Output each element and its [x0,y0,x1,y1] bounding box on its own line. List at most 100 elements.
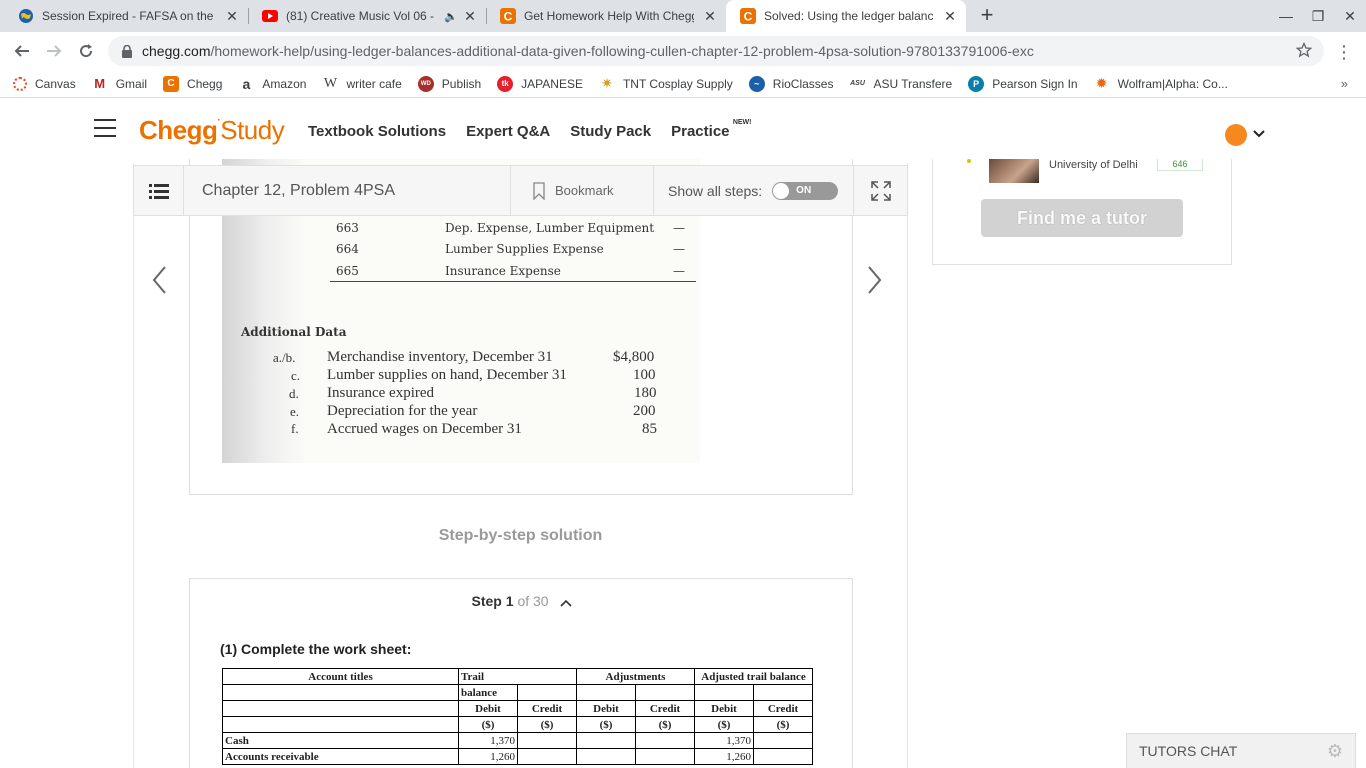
bookmark-japanese[interactable]: tk JAPANESE [497,75,583,92]
account-title: Cash [222,732,459,749]
bookmark-label: Publish [441,76,482,91]
header-dollar: ($) [458,716,518,733]
avatar[interactable] [1225,124,1247,146]
asu-icon: ASU [850,80,865,87]
additional-data-value: $4,800 [613,349,655,365]
show-steps-label: Show all steps: [668,182,763,199]
bookmark-icon [533,181,545,200]
bookmark-label: Bookmark [555,183,614,198]
additional-data-value: 180 [634,385,657,401]
additional-data-key: c. [291,368,301,383]
bookmark-chegg[interactable]: C Chegg [163,75,222,92]
tutor-rating-badge: 646 [1157,159,1203,171]
tab-strip: Session Expired - FAFSA on the Web ✕ (81… [0,0,1366,32]
close-icon[interactable]: ✕ [462,8,478,24]
additional-data-text: Accrued wages on December 31 [327,421,522,437]
window-close-icon[interactable]: ✕ [1334,0,1366,32]
additional-data-text: Merchandise inventory, December 31 [327,349,553,365]
close-icon[interactable]: ✕ [942,8,958,24]
step-card: Step 1 of 30 (1) Complete the work sheet… [189,578,853,768]
ledger-balance: — [673,221,685,235]
atb-debit: 1,260 [694,748,754,765]
logo-brand: Chegg [139,115,218,145]
bookmark-canvas[interactable]: Canvas [13,76,76,91]
solution-toolbar: Chapter 12, Problem 4PSA Bookmark Show a… [133,165,908,216]
header-debit: Debit [694,700,754,717]
ledger-account: Dep. Expense, Lumber Equipment [445,221,655,235]
wikipedia-icon: W [323,75,338,91]
more-bookmarks-icon[interactable]: » [1341,76,1348,91]
chevron-down-icon[interactable] [1253,127,1265,141]
lock-icon [122,44,132,58]
new-badge: NEW! [732,119,752,126]
nav-expert-qa[interactable]: Expert Q&A [466,123,550,140]
star-icon[interactable] [1295,41,1313,61]
chegg-icon: C [740,8,756,24]
nav-practice[interactable]: Practice NEW! [671,119,751,140]
top-navigation: Textbook Solutions Expert Q&A Study Pack… [308,119,752,140]
tab-title: Solved: Using the ledger balances [764,9,934,23]
browser-menu-icon[interactable]: ⋮ [1334,38,1354,66]
chevron-right-icon[interactable] [864,264,884,296]
header-dollar: ($) [517,716,577,733]
bookmark-label: Wolfram|Alpha: Co... [1117,76,1228,91]
bookmark-amazon[interactable]: a Amazon [238,76,307,92]
minimize-icon[interactable]: — [1270,0,1302,32]
hamburger-menu-icon[interactable] [94,119,116,143]
header-balance: balance [458,684,518,701]
toc-list-icon[interactable] [134,165,184,216]
additional-data-title: Additional Data [241,325,347,339]
bookmark-button[interactable]: Bookmark [511,165,654,216]
gear-icon[interactable]: ⚙ [1327,734,1343,768]
worksheet-label: (1) Complete the work sheet: [220,641,412,657]
tab-chegg-home[interactable]: C Get Homework Help With Chegg ✕ [486,0,726,32]
new-tab-button[interactable]: + [977,4,997,28]
bookmark-writer-cafe[interactable]: Wwriter cafe [322,75,402,92]
chegg-study-logo[interactable]: Chegg·Study [139,115,285,146]
step-header[interactable]: Step 1 of 30 [190,593,854,610]
tab-youtube[interactable]: (81) Creative Music Vol 06 - 🔈 ✕ [248,0,486,32]
chevron-left-icon[interactable] [150,264,170,296]
bookmark-asu[interactable]: ASU ASU Transfere [849,76,952,92]
publish-icon: WD [417,75,434,92]
show-all-steps: Show all steps: ON [654,165,854,216]
chevron-up-icon[interactable] [560,594,573,610]
find-tutor-button[interactable]: Find me a tutor [981,199,1183,237]
header-credit: Credit [753,700,813,717]
bookmark-rioclasses[interactable]: ~ RioClasses [748,75,833,92]
bookmark-publish[interactable]: WD Publish [417,75,482,92]
speaker-icon[interactable]: 🔈 [444,10,458,23]
canvas-icon [13,76,27,91]
tab-chegg-solution[interactable]: C Solved: Using the ledger balances ✕ [726,0,966,32]
gmail-icon: M [94,76,106,91]
tutors-chat-widget[interactable]: TUTORS CHAT ⚙ [1126,733,1356,768]
expand-icon[interactable] [854,166,907,216]
nav-textbook-solutions[interactable]: Textbook Solutions [308,123,446,140]
url-domain: chegg.com [142,43,211,59]
bookmark-label: TNT Cosplay Supply [622,76,733,91]
additional-data-text: Insurance expired [327,385,435,401]
forward-arrow-icon[interactable] [40,37,68,65]
close-icon[interactable]: ✕ [702,8,718,24]
bookmark-gmail[interactable]: M Gmail [92,76,147,92]
bookmark-tnt-cosplay[interactable]: ✷ TNT Cosplay Supply [599,75,733,92]
tab-title: (81) Creative Music Vol 06 - [286,9,435,23]
additional-data-value: 200 [633,403,656,419]
additional-data-text: Depreciation for the year [327,403,478,419]
bookmark-wolfram[interactable]: ✹ Wolfram|Alpha: Co... [1094,75,1228,92]
tk-icon: tk [497,75,514,92]
tab-fafsa[interactable]: Session Expired - FAFSA on the Web ✕ [4,0,248,32]
nav-study-pack[interactable]: Study Pack [570,123,651,140]
back-arrow-icon[interactable] [8,37,36,65]
youtube-icon [262,8,278,24]
additional-data-key: a./b. [273,350,296,365]
address-bar[interactable]: chegg.com/homework-help/using-ledger-bal… [108,36,1324,66]
logo-product: Study [220,115,285,145]
bookmark-pearson[interactable]: P Pearson Sign In [968,75,1078,92]
restore-icon[interactable]: ❐ [1302,0,1334,32]
close-icon[interactable]: ✕ [224,8,240,24]
reload-icon[interactable] [72,37,100,65]
additional-data-key: d. [289,386,299,401]
show-steps-toggle[interactable]: ON [772,181,839,200]
atb-debit: 1,370 [694,732,754,749]
